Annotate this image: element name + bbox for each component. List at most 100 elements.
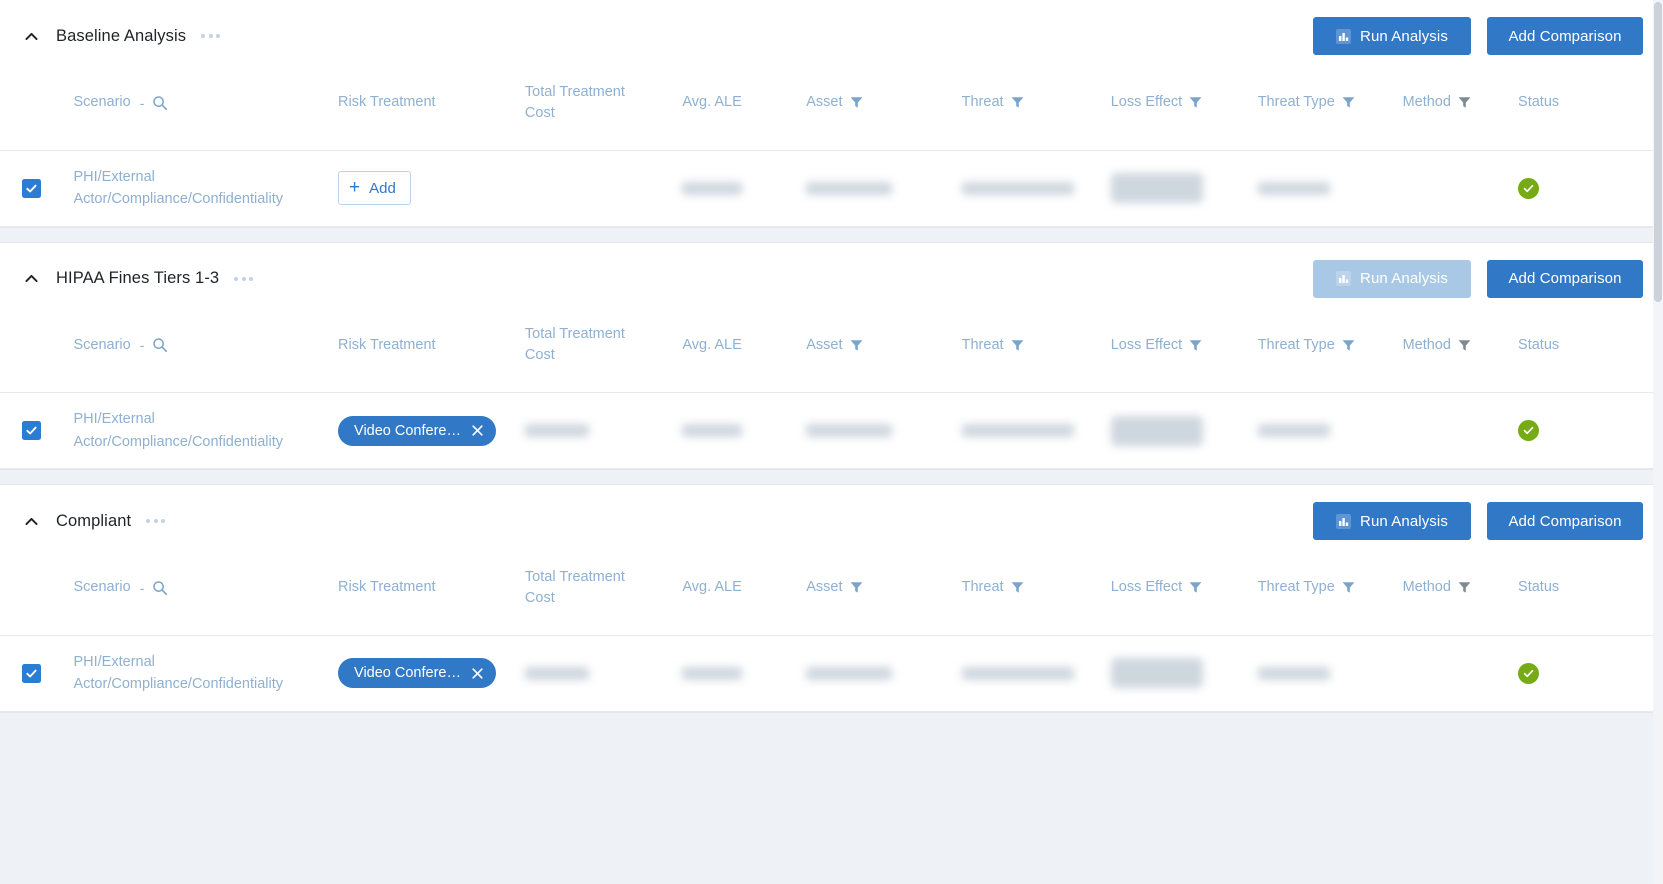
column-header-label-method: Method xyxy=(1402,94,1451,111)
filter-icon[interactable] xyxy=(1011,339,1024,352)
add-comparison-button[interactable]: Add Comparison xyxy=(1487,502,1643,540)
filter-icon[interactable] xyxy=(1011,581,1024,594)
column-header-label-ttype: Threat Type xyxy=(1257,336,1335,353)
redacted-value-threat xyxy=(961,181,1074,195)
redacted-value-ale xyxy=(682,181,743,195)
run-analysis-button: Run Analysis xyxy=(1313,259,1471,298)
column-header-loss: Loss Effect xyxy=(1111,557,1258,635)
table-row[interactable]: PHI/External Actor/Compliance/Confidenti… xyxy=(0,392,1663,469)
redacted-value-ttype xyxy=(1257,181,1330,195)
column-header-label-asset: Asset xyxy=(806,94,843,111)
risk-treatment-cell: Video Confere… xyxy=(338,635,525,711)
table-row[interactable]: PHI/External Actor/Compliance/Confidenti… xyxy=(0,150,1663,226)
redacted-value-ttype xyxy=(1257,424,1330,437)
column-header-cost: Total Treatment Cost xyxy=(525,557,682,635)
column-header-label-method: Method xyxy=(1402,336,1451,353)
threat-cell xyxy=(961,393,1111,469)
treatment-chip[interactable]: Video Confere… xyxy=(338,658,496,688)
search-icon[interactable] xyxy=(152,580,168,596)
column-header-label-ttype: Threat Type xyxy=(1257,579,1335,596)
section-actions: Run Analysis Add Comparison xyxy=(1313,259,1643,298)
analysis-section-header: HIPAA Fines Tiers 1-3 Run Analysis Add Com… xyxy=(0,243,1663,315)
analysis-section: HIPAA Fines Tiers 1-3 Run Analysis Add Com… xyxy=(0,241,1663,470)
analysis-section-title: Compliant xyxy=(56,511,132,530)
column-header-treatment: Risk Treatment xyxy=(338,315,525,393)
page-scrollbar-thumb[interactable] xyxy=(1654,2,1662,302)
chevron-up-icon[interactable] xyxy=(18,266,44,292)
add-comparison-label: Add Comparison xyxy=(1508,270,1622,287)
risk-analysis-page: Baseline Analysis Run Analysis Add Compari… xyxy=(0,0,1663,884)
filter-icon[interactable] xyxy=(1458,339,1471,352)
sort-indicator-scenario[interactable]: - xyxy=(140,578,145,598)
threat-type-cell xyxy=(1257,635,1403,711)
more-options-icon[interactable] xyxy=(232,271,255,287)
sort-indicator-scenario[interactable]: - xyxy=(140,335,145,355)
column-header-ttype: Threat Type xyxy=(1258,72,1403,150)
checkbox-checked-icon[interactable] xyxy=(22,421,41,440)
filter-icon[interactable] xyxy=(1189,96,1202,109)
column-header-cost: Total Treatment Cost xyxy=(525,315,682,393)
scenarios-table: Scenario - Risk Treatment Total Treatment C… xyxy=(0,557,1663,712)
redacted-value-threat xyxy=(961,424,1074,437)
filter-icon[interactable] xyxy=(850,581,863,594)
checkbox-checked-icon[interactable] xyxy=(22,178,41,198)
filter-icon[interactable] xyxy=(850,339,863,352)
add-comparison-button[interactable]: Add Comparison xyxy=(1487,17,1643,55)
sections-container: Baseline Analysis Run Analysis Add Compari… xyxy=(0,0,1663,884)
redacted-value-cost xyxy=(524,424,589,437)
search-icon[interactable] xyxy=(152,337,168,353)
close-icon[interactable] xyxy=(471,667,484,680)
total-treatment-cost-cell xyxy=(524,635,682,711)
filter-icon[interactable] xyxy=(1011,96,1024,109)
filter-icon[interactable] xyxy=(850,96,863,109)
redacted-value-asset xyxy=(806,181,893,195)
add-treatment-button[interactable]: + Add xyxy=(338,171,411,205)
column-header-label-scenario: Scenario xyxy=(73,336,131,353)
row-select-cell xyxy=(0,150,73,226)
more-options-icon[interactable] xyxy=(144,513,167,529)
chevron-up-icon[interactable] xyxy=(18,508,44,534)
filter-icon[interactable] xyxy=(1342,581,1355,594)
column-header-label-loss: Loss Effect xyxy=(1110,336,1183,353)
filter-icon[interactable] xyxy=(1342,339,1355,352)
table-header-row: Scenario - Risk Treatment Total Treatment C… xyxy=(0,72,1663,150)
analysis-section-header: Compliant Run Analysis Add Comparison xyxy=(0,485,1663,557)
column-header-label-asset: Asset xyxy=(806,336,843,353)
chevron-up-icon[interactable] xyxy=(18,23,44,49)
filter-icon[interactable] xyxy=(1342,96,1355,109)
column-header-label-loss: Loss Effect xyxy=(1110,94,1183,111)
page-scrollbar[interactable] xyxy=(1653,0,1663,884)
run-analysis-button[interactable]: Run Analysis xyxy=(1313,17,1471,55)
table-row[interactable]: PHI/External Actor/Compliance/Confidenti… xyxy=(0,635,1663,711)
scenario-link[interactable]: PHI/External Actor/Compliance/Confidenti… xyxy=(73,408,305,453)
checkbox-checked-icon[interactable] xyxy=(22,663,41,683)
status-cell xyxy=(1518,635,1619,711)
treatment-chip[interactable]: Video Confere… xyxy=(338,415,496,446)
filter-icon[interactable] xyxy=(1189,581,1202,594)
filter-icon[interactable] xyxy=(1458,581,1471,594)
search-icon[interactable] xyxy=(152,95,168,111)
filter-icon[interactable] xyxy=(1189,339,1202,352)
column-header-label-cost: Total Treatment Cost xyxy=(524,326,625,364)
column-header-label-status: Status xyxy=(1518,579,1560,596)
column-header-threat: Threat xyxy=(962,72,1111,150)
run-analysis-label: Run Analysis xyxy=(1360,512,1448,530)
column-header-asset: Asset xyxy=(806,315,961,393)
more-options-icon[interactable] xyxy=(199,28,222,44)
add-comparison-button[interactable]: Add Comparison xyxy=(1487,259,1643,298)
run-analysis-button[interactable]: Run Analysis xyxy=(1313,502,1471,540)
loss-effect-cell xyxy=(1110,150,1258,226)
row-select-cell xyxy=(0,393,73,469)
column-header-asset: Asset xyxy=(806,557,961,635)
status-cell xyxy=(1518,393,1619,469)
column-header-label-cost: Total Treatment Cost xyxy=(524,83,625,121)
close-icon[interactable] xyxy=(471,424,484,437)
scenario-link[interactable]: PHI/External Actor/Compliance/Confidenti… xyxy=(73,166,305,211)
method-cell xyxy=(1403,150,1518,226)
header-select-spacer xyxy=(0,72,73,150)
sort-indicator-scenario[interactable]: - xyxy=(140,93,145,113)
column-header-loss: Loss Effect xyxy=(1111,72,1258,150)
scenario-cell: PHI/External Actor/Compliance/Confidenti… xyxy=(73,150,338,226)
scenario-link[interactable]: PHI/External Actor/Compliance/Confidenti… xyxy=(73,651,305,696)
filter-icon[interactable] xyxy=(1458,96,1471,109)
